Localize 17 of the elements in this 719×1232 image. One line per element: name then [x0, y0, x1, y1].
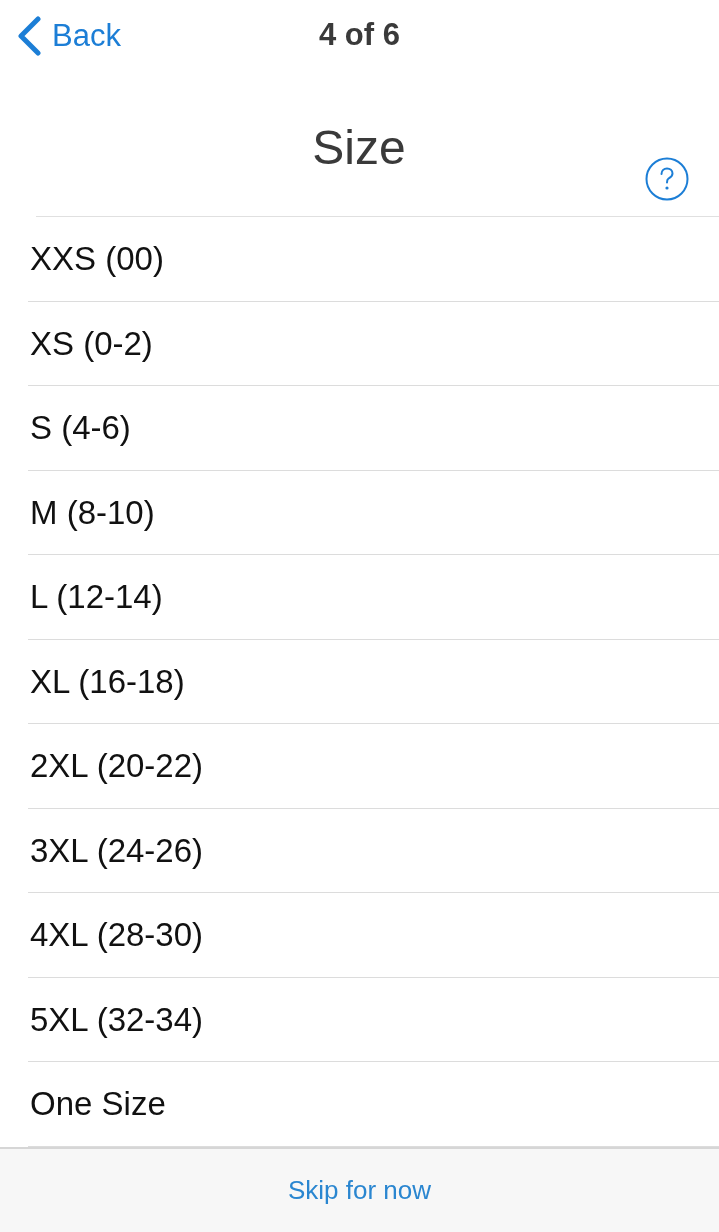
size-option[interactable]: L (12-14): [28, 555, 719, 640]
size-option[interactable]: XL (16-18): [28, 639, 719, 724]
size-option[interactable]: 5XL (32-34): [28, 977, 719, 1062]
chevron-left-icon: [16, 16, 42, 56]
size-option[interactable]: One Size: [28, 1062, 719, 1147]
step-counter: 4 of 6: [319, 19, 400, 50]
back-button[interactable]: Back: [0, 11, 129, 61]
size-option[interactable]: 4XL (28-30): [28, 893, 719, 978]
page-title: Size: [312, 124, 406, 172]
help-icon[interactable]: [645, 157, 689, 201]
size-option[interactable]: XXS (00): [28, 217, 719, 302]
size-option[interactable]: XS (0-2): [28, 301, 719, 386]
size-option[interactable]: S (4-6): [28, 386, 719, 471]
size-option[interactable]: 3XL (24-26): [28, 808, 719, 893]
size-option[interactable]: M (8-10): [28, 470, 719, 555]
size-option[interactable]: 2XL (20-22): [28, 724, 719, 809]
skip-button[interactable]: Skip for now: [279, 1169, 440, 1212]
